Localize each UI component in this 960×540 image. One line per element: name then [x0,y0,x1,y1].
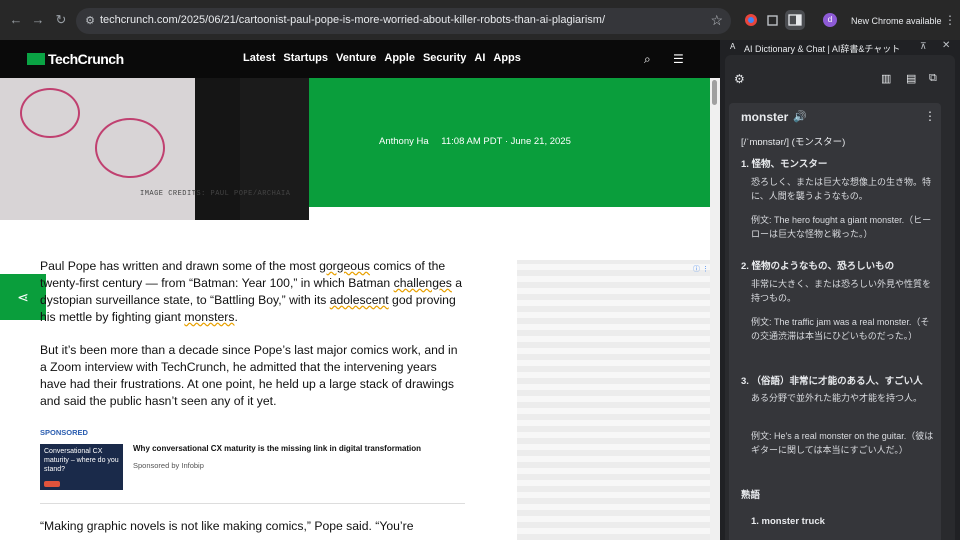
pin-icon[interactable]: ⊼ [920,41,927,52]
panel-header: A AI Dictionary & Chat | AI辞書&チャット ⊼ ✕ [720,40,960,55]
back-icon[interactable]: ← [8,12,24,28]
definition-text: 非常に大きく、または恐ろしい外見や性質を持つもの。 [751,279,932,303]
divider [40,503,465,504]
logo-mark [27,53,45,65]
definition-text: ある分野で並外れた能力や才能を持つ人。 [751,393,923,403]
site-nav: Latest Startups Venture Apple Security A… [243,52,521,64]
article-body: Paul Pope has written and drawn some of … [40,258,465,426]
profile-avatar[interactable]: d [823,13,837,27]
address-bar[interactable]: ⚙ techcrunch.com/2025/06/21/cartoonist-p… [76,8,731,34]
nav-item-startups[interactable]: Startups [283,52,328,64]
dictionary-card: monster 🔊 ⋮ [/ˈmɒnstər/] (モンスター) 1. 怪物、モ… [729,103,941,540]
sponsored-image[interactable]: Conversational CX maturity – where do yo… [40,444,123,490]
image-credits: IMAGE CREDITS: PAUL POPE/ARCHAIA [140,190,291,198]
nav-item-latest[interactable]: Latest [243,52,275,64]
hamburger-menu-icon[interactable]: ☰ [673,52,684,66]
phrase-item[interactable]: 1. monster truck [751,516,825,527]
hero-image [0,78,309,220]
extension-frame: ⚙ ▥ ▤ ⧉ monster 🔊 ⋮ [/ˈmɒnstər/] (モンスター)… [725,55,955,540]
ad-slot[interactable] [517,260,710,540]
extensions-puzzle-icon[interactable] [766,13,780,27]
side-panel-button[interactable] [785,10,805,30]
extension-colorful-icon[interactable] [744,13,758,27]
share-icon: ⋖ [17,289,29,305]
panel-title[interactable]: AI Dictionary & Chat | AI辞書&チャット [744,42,900,55]
url-text[interactable]: techcrunch.com/2025/06/21/cartoonist-pau… [100,14,605,26]
chrome-menu-icon[interactable]: ⋮ [944,13,956,27]
speaker-icon[interactable]: 🔊 [793,110,807,123]
side-panel: A AI Dictionary & Chat | AI辞書&チャット ⊼ ✕ ⚙… [720,40,960,540]
open-external-icon[interactable]: ⧉ [929,72,937,85]
pronunciation: [/ˈmɒnstər/] (モンスター) [741,137,846,148]
sponsored-by: Sponsored by Infobip [133,461,204,470]
publish-datetime: 11:08 AM PDT · June 21, 2025 [441,136,571,147]
nav-item-security[interactable]: Security [423,52,466,64]
reload-icon[interactable]: ↻ [53,12,69,28]
paragraph: But it’s been more than a decade since P… [40,343,458,408]
example-text: 例文: The hero fought a giant monster.（ヒーロ… [751,215,932,239]
page-scrollbar[interactable] [710,78,720,540]
gear-icon[interactable]: ⚙ [734,72,745,86]
sponsored-title[interactable]: Why conversational CX maturity is the mi… [133,444,421,453]
author-link[interactable]: Anthony Ha [379,136,429,147]
scroll-thumb[interactable] [712,80,717,105]
more-options-icon[interactable]: ⋮ [924,109,936,123]
paragraph: Paul Pope has written and drawn some of … [40,259,463,324]
nav-item-apple[interactable]: Apple [384,52,415,64]
definition-heading: 3. （俗語）非常に才能のある人、すごい人 [741,376,923,387]
side-panel-icon [788,14,802,26]
update-chrome-button[interactable]: New Chrome available [851,16,942,26]
search-icon[interactable]: ⌕ [644,52,651,67]
close-icon[interactable]: ✕ [942,40,950,51]
forward-icon[interactable]: → [30,12,46,28]
byline: Anthony Ha 11:08 AM PDT · June 21, 2025 [379,136,571,147]
definition-heading: 2. 怪物のようなもの、恐ろしいもの [741,261,895,272]
chat-icon[interactable]: ▤ [906,72,916,85]
nav-item-apps[interactable]: Apps [493,52,521,64]
site-header: TechCrunch Latest Startups Venture Apple… [0,40,720,78]
headword: monster [741,110,789,124]
extension-toolbar: ⚙ ▥ ▤ ⧉ [725,55,955,103]
phrases-heading: 熟語 [741,490,761,501]
sponsored-label: SPONSORED [40,428,88,437]
definition-heading: 1. 怪物、モンスター [741,159,828,170]
ad-info-icon[interactable]: ⓘ ⋮ [693,264,709,274]
site-info-icon[interactable]: ⚙ [82,13,98,29]
definition-text: 恐ろしく、または巨大な想像上の生き物。特に、人間を襲うようなもの。 [751,177,932,201]
nav-item-venture[interactable]: Venture [336,52,376,64]
paragraph: “Making graphic novels is not like makin… [40,519,414,533]
article-meta-box: Anthony Ha 11:08 AM PDT · June 21, 2025 [309,78,710,207]
browser-toolbar: ← → ↻ ⚙ techcrunch.com/2025/06/21/cartoo… [0,0,960,40]
dictionary-icon[interactable]: ▥ [881,72,891,85]
logo-text: TechCrunch [48,51,124,67]
example-text: 例文: He's a real monster on the guitar.（彼… [751,431,934,455]
extension-icon: A [730,42,736,51]
nav-item-ai[interactable]: AI [474,52,485,64]
example-text: 例文: The traffic jam was a real monster.（… [751,317,930,341]
bookmark-star-icon[interactable]: ☆ [710,12,723,29]
web-page: TechCrunch Latest Startups Venture Apple… [0,40,720,540]
